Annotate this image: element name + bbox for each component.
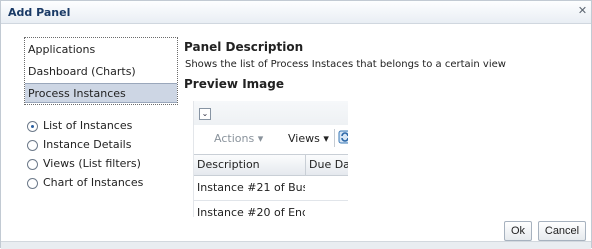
row-description: Instance #20 of End7: [197, 206, 305, 217]
list-item-applications[interactable]: Applications: [25, 40, 177, 60]
radio-button[interactable]: [27, 140, 38, 151]
radio-label: Views (List filters): [43, 157, 141, 170]
list-item-label: Dashboard (Charts): [28, 65, 136, 78]
preview-image: ⌄ Actions ▾ Views ▾ Description Due Date…: [193, 101, 348, 217]
list-item-dashboard-charts[interactable]: Dashboard (Charts): [25, 62, 177, 82]
list-item-process-instances[interactable]: Process Instances: [25, 83, 177, 103]
ok-button[interactable]: Ok: [504, 221, 532, 241]
add-panel-dialog: Add Panel ✕ Applications Dashboard (Char…: [0, 0, 592, 249]
column-header-description: Description: [197, 158, 260, 171]
list-item-label: Applications: [28, 43, 96, 56]
actions-label: Actions: [214, 132, 255, 145]
chevron-down-icon: ⌄: [199, 108, 211, 120]
dialog-titlebar: Add Panel ✕: [1, 1, 591, 24]
radio-button-checked[interactable]: [27, 121, 38, 132]
preview-toolbar-strip: ⌄: [194, 101, 348, 125]
table-row: Instance #21 of Busi: [194, 176, 348, 201]
row-description: Instance #21 of Busi: [197, 181, 305, 194]
views-menu: Views ▾: [288, 132, 329, 145]
views-label: Views: [288, 132, 320, 145]
radio-label: Instance Details: [43, 138, 132, 151]
column-divider: [305, 155, 306, 175]
radio-label: List of Instances: [43, 119, 133, 132]
table-row: Instance #20 of End7: [194, 201, 348, 217]
toolbar-divider: [334, 129, 335, 147]
chevron-down-icon: ▾: [257, 132, 264, 145]
refresh-icon: [338, 130, 348, 144]
preview-image-heading: Preview Image: [184, 77, 284, 91]
radio-button[interactable]: [27, 159, 38, 170]
radio-button[interactable]: [27, 178, 38, 189]
panel-type-list[interactable]: Applications Dashboard (Charts) Process …: [24, 37, 178, 105]
panel-description-heading: Panel Description: [184, 40, 304, 54]
chevron-down-icon: ▾: [323, 132, 329, 145]
dialog-title: Add Panel: [8, 6, 71, 19]
radio-label: Chart of Instances: [43, 176, 144, 189]
actions-menu: Actions ▾: [214, 132, 263, 145]
close-icon[interactable]: ✕: [577, 5, 588, 16]
list-item-label: Process Instances: [28, 87, 126, 100]
cancel-button[interactable]: Cancel: [538, 221, 586, 241]
column-header-due-date: Due Date: [309, 158, 348, 171]
table-header: Description Due Date: [194, 154, 348, 176]
panel-description-text: Shows the list of Process Instaces that …: [185, 59, 506, 70]
